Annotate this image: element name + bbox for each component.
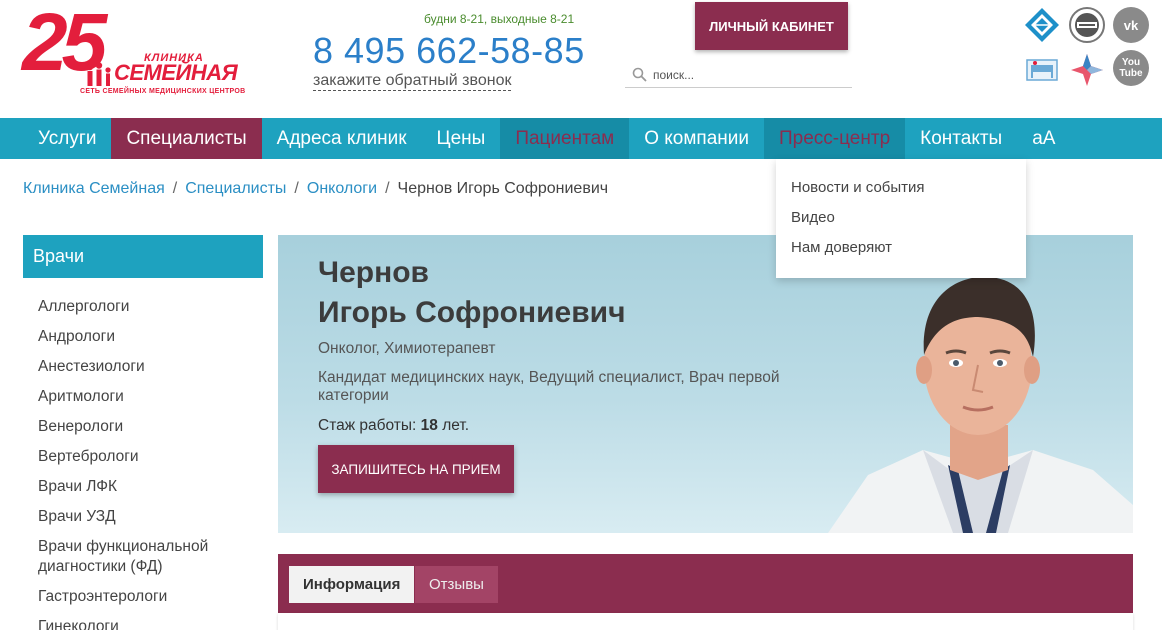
nav-item-specialists[interactable]: Специалисты bbox=[111, 118, 262, 159]
clinic-logo[interactable]: 25 КЛИНИКА СЕМЕЙНАЯ СЕТЬ СЕМЕЙНЫХ МЕДИЦИ… bbox=[22, 2, 245, 100]
experience-unit: лет. bbox=[442, 417, 470, 434]
family-icon bbox=[86, 62, 111, 86]
breadcrumb-separator: / bbox=[172, 180, 178, 197]
search-icon[interactable] bbox=[631, 66, 649, 84]
youtube-icon-bottom-text: Tube bbox=[1119, 68, 1143, 79]
search-input[interactable] bbox=[653, 67, 843, 82]
sidebar-item-venereologists[interactable]: Венерологи bbox=[38, 417, 258, 437]
doctor-name: Чернов Игорь Софрониевич bbox=[318, 253, 626, 333]
tab-content-panel bbox=[278, 613, 1133, 630]
experience-value: 18 bbox=[420, 417, 438, 434]
sidebar-item-anesthesiologists[interactable]: Анестезиологи bbox=[38, 357, 258, 377]
nav-item-patients[interactable]: Пациентам bbox=[500, 118, 630, 159]
callback-link[interactable]: закажите обратный звонок bbox=[313, 72, 512, 91]
experience-label: Стаж работы: bbox=[318, 417, 417, 434]
breadcrumb-specialists[interactable]: Специалисты bbox=[185, 180, 286, 198]
doctor-specialty: Онколог, Химиотерапевт bbox=[318, 340, 496, 357]
nav-item-prices[interactable]: Цены bbox=[422, 118, 501, 159]
search-box[interactable] bbox=[625, 62, 852, 88]
breadcrumb-oncologists[interactable]: Онкологи bbox=[307, 180, 377, 198]
sidebar-title[interactable]: Врачи bbox=[23, 235, 263, 278]
logo-tagline: СЕТЬ СЕМЕЙНЫХ МЕДИЦИНСКИХ ЦЕНТРОВ bbox=[80, 88, 246, 95]
vk-icon[interactable]: vk bbox=[1113, 7, 1149, 43]
sidebar-item-gastroenterologists[interactable]: Гастроэнтерологи bbox=[38, 587, 258, 607]
personal-cabinet-button[interactable]: ЛИЧНЫЙ КАБИНЕТ bbox=[695, 2, 848, 50]
site-header: 25 КЛИНИКА СЕМЕЙНАЯ СЕТЬ СЕМЕЙНЫХ МЕДИЦИ… bbox=[0, 0, 1162, 118]
sidebar-item-arrhythmologists[interactable]: Аритмологи bbox=[38, 387, 258, 407]
doctor-surname: Чернов bbox=[318, 256, 429, 289]
font-size-toggle[interactable]: aA bbox=[1017, 118, 1070, 159]
book-appointment-button[interactable]: ЗАПИШИТЕСЬ НА ПРИЕМ bbox=[318, 445, 514, 493]
working-hours: будни 8-21, выходные 8-21 bbox=[424, 12, 575, 26]
phone-number[interactable]: 8 495 662-58-85 bbox=[313, 30, 585, 72]
doctor-experience: Стаж работы: 18 лет. bbox=[318, 417, 469, 435]
press-center-dropdown: Новости и события Видео Нам доверяют bbox=[776, 159, 1026, 278]
certificate-diamond-icon[interactable] bbox=[1024, 7, 1060, 43]
tab-reviews[interactable]: Отзывы bbox=[415, 566, 498, 603]
tab-information[interactable]: Информация bbox=[289, 566, 415, 603]
sidebar-item-vertebrologists[interactable]: Вертебрологи bbox=[38, 447, 258, 467]
doctor-given-names: Игорь Софрониевич bbox=[318, 296, 626, 329]
dropdown-item-news[interactable]: Новости и события bbox=[776, 179, 1026, 209]
sidebar-doctors-list: Аллергологи Андрологи Анестезиологи Арит… bbox=[38, 297, 258, 630]
breadcrumb-separator: / bbox=[294, 180, 299, 197]
dropdown-item-video[interactable]: Видео bbox=[776, 209, 1026, 239]
nav-item-contacts[interactable]: Контакты bbox=[905, 118, 1017, 159]
doctor-degree: Кандидат медицинских наук, Ведущий специ… bbox=[318, 369, 780, 404]
sidebar-item-functional-diagnostics[interactable]: Врачи функциональной диагностики (ФД) bbox=[38, 537, 258, 577]
nav-item-services[interactable]: Услуги bbox=[0, 118, 111, 159]
sidebar-item-allergologists[interactable]: Аллергологи bbox=[38, 297, 258, 317]
sidebar-item-ultrasound-doctors[interactable]: Врачи УЗД bbox=[38, 507, 258, 527]
dropdown-item-trust[interactable]: Нам доверяют bbox=[776, 239, 1026, 269]
breadcrumb: Клиника Семейная / Специалисты / Онколог… bbox=[23, 180, 608, 198]
main-nav: Услуги Специалисты Адреса клиник Цены Па… bbox=[0, 118, 1162, 159]
youtube-icon[interactable]: You Tube bbox=[1113, 50, 1149, 86]
breadcrumb-current: Чернов Игорь Софрониевич bbox=[397, 180, 609, 197]
quality-seal-icon[interactable] bbox=[1069, 7, 1105, 43]
youtube-icon-top-text: You bbox=[1121, 57, 1141, 68]
sidebar-item-lfk-doctors[interactable]: Врачи ЛФК bbox=[38, 477, 258, 497]
breadcrumb-home[interactable]: Клиника Семейная bbox=[23, 180, 165, 198]
logo-brand-name: СЕМЕЙНАЯ bbox=[114, 60, 238, 85]
nav-item-about[interactable]: О компании bbox=[629, 118, 764, 159]
medical-cross-icon[interactable] bbox=[1069, 52, 1105, 88]
nav-item-clinic-addresses[interactable]: Адреса клиник bbox=[262, 118, 422, 159]
sidebar-item-gynecologists[interactable]: Гинекологи bbox=[38, 617, 258, 630]
breadcrumb-separator: / bbox=[385, 180, 390, 197]
nav-item-press-center[interactable]: Пресс-центр bbox=[764, 118, 906, 159]
doctor-profile-hero: Чернов Игорь Софрониевич Онколог, Химиот… bbox=[278, 235, 1133, 533]
profile-tabs: Информация Отзывы bbox=[278, 554, 1133, 613]
hospital-bed-icon[interactable] bbox=[1024, 52, 1060, 88]
doctor-photo bbox=[828, 276, 1133, 533]
sidebar-item-andrologists[interactable]: Андрологи bbox=[38, 327, 258, 347]
